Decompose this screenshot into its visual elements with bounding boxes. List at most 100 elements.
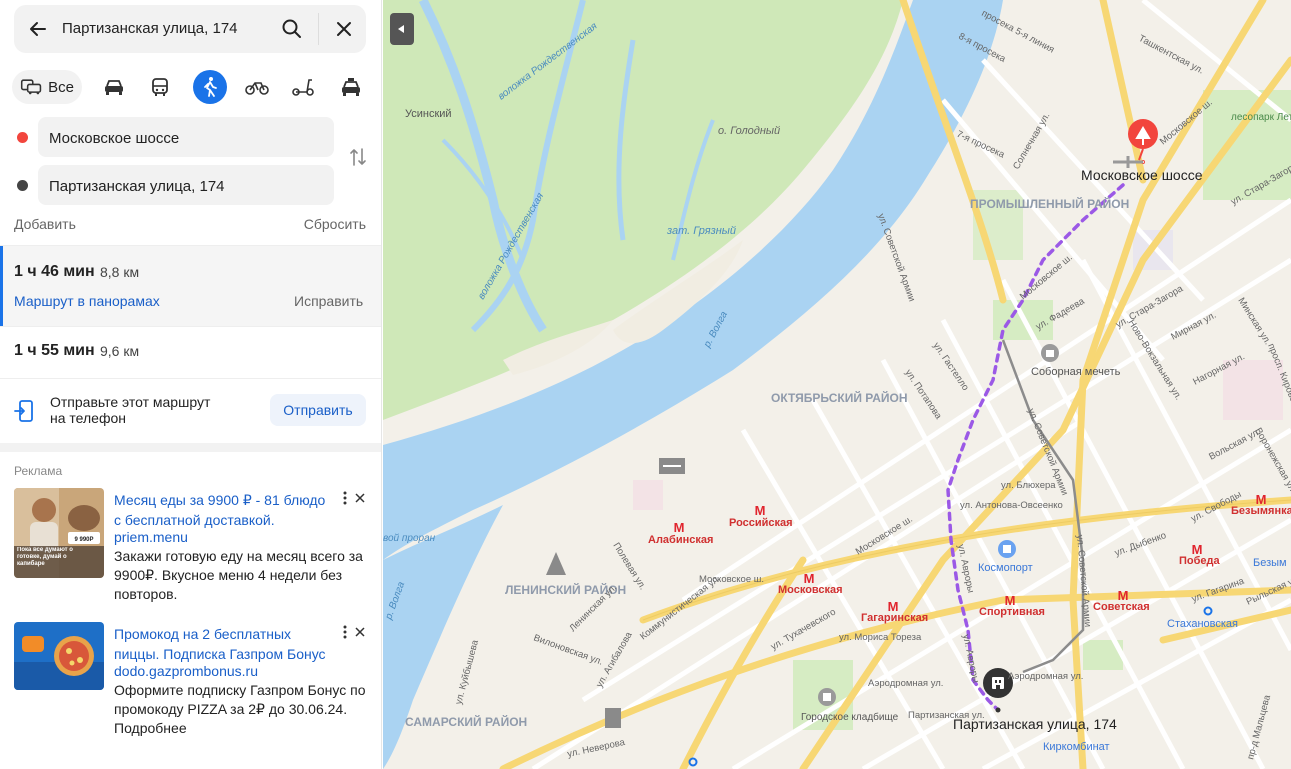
ad-image[interactable] xyxy=(14,622,104,690)
street-label: ул. Блюхера xyxy=(1001,480,1056,491)
route-panel: Партизанская улица, 174 Все Московское ш… xyxy=(0,0,382,769)
ad-domain[interactable]: priem.menu xyxy=(114,529,188,545)
scooter-icon xyxy=(292,79,314,96)
route-duration: 1 ч 55 мин xyxy=(14,342,95,359)
to-field[interactable]: Партизанская улица, 174 xyxy=(38,165,334,205)
district-label: ПРОМЫШЛЕННЫЙ РАЙОН xyxy=(970,196,1129,211)
route-duration: 1 ч 46 мин xyxy=(14,263,95,280)
send-button[interactable]: Отправить xyxy=(270,394,366,426)
metro-icon: M xyxy=(674,520,685,535)
route-option-selected[interactable]: 1 ч 46 мин 8,8 км Маршрут в панорамах Ис… xyxy=(0,246,381,326)
mode-scooter-button[interactable] xyxy=(286,70,320,104)
magnifier-icon[interactable] xyxy=(280,17,304,41)
route-option[interactable]: 1 ч 55 мин 9,6 км xyxy=(0,327,381,377)
district-label: ОКТЯБРЬСКИЙ РАЙОН xyxy=(771,390,908,405)
street-label: ул. Мориса Тореза xyxy=(839,632,922,643)
taxi-icon xyxy=(342,78,360,96)
add-point-button[interactable]: Добавить xyxy=(14,216,76,232)
mode-walk-button[interactable] xyxy=(193,70,227,104)
walking-person-icon xyxy=(204,77,217,97)
ad-title[interactable]: Промокод на 2 бесплатных пиццы. Подписка… xyxy=(114,624,336,664)
metro-icon: M xyxy=(755,503,766,518)
send-text-line2: на телефон xyxy=(50,410,126,426)
start-point-icon xyxy=(17,132,28,143)
car-icon xyxy=(105,80,123,95)
route-points: Московское шоссе Партизанская улица, 174 xyxy=(14,116,370,206)
poi-label: Киркомбинат xyxy=(1043,741,1110,753)
bicycle-icon xyxy=(245,82,269,95)
metro-label: Безымянка xyxy=(1231,505,1291,517)
cosmoport-icon xyxy=(998,540,1016,558)
search-query[interactable]: Партизанская улица, 174 xyxy=(62,20,238,37)
station-icon xyxy=(605,708,621,728)
street-label: Аэродромная ул. xyxy=(1008,671,1083,682)
mode-bike-button[interactable] xyxy=(240,70,274,104)
mode-all-label: Все xyxy=(48,78,74,96)
map-label: Усинский xyxy=(405,108,452,120)
swap-arrows-icon[interactable] xyxy=(348,146,368,168)
close-icon[interactable] xyxy=(332,17,356,41)
end-point-icon xyxy=(17,180,28,191)
ad-item: Промокод на 2 бесплатных пиццы. Подписка… xyxy=(14,622,366,737)
arrow-left-icon[interactable] xyxy=(26,17,50,41)
route-distance: 8,8 км xyxy=(100,264,140,280)
map-label: зат. Грязный xyxy=(666,225,736,237)
ad-domain[interactable]: dodo.gazprombonus.ru xyxy=(114,663,258,679)
more-options-icon[interactable] xyxy=(341,490,349,506)
ad-description: Оформите подписку Газпром Бонус по промо… xyxy=(114,682,366,736)
phone-send-icon xyxy=(14,400,33,422)
edit-route-link[interactable]: Исправить xyxy=(294,293,363,309)
collapse-panel-button[interactable] xyxy=(390,13,414,45)
mode-car-button[interactable] xyxy=(97,70,131,104)
from-field[interactable]: Московское шоссе xyxy=(38,117,334,157)
street-label: ул. Антонова-Овсеенко xyxy=(960,500,1063,511)
ads-label: Реклама xyxy=(14,464,63,478)
cemetery-icon xyxy=(818,688,836,706)
metro-label: Московская xyxy=(778,584,843,596)
poi-label: Городское кладбище xyxy=(801,711,899,723)
metro-label: Гагаринская xyxy=(861,612,928,624)
ad-image-caption: Пока все думают о готовке, думай о капиб… xyxy=(17,547,73,567)
ad-title[interactable]: Месяц еды за 9900 ₽ - 81 блюдо с бесплат… xyxy=(114,490,336,530)
port-icon xyxy=(659,458,685,474)
more-options-icon[interactable] xyxy=(341,624,349,640)
ad-description: Закажи готовую еду на месяц всего за 990… xyxy=(114,548,363,602)
search-bar[interactable]: Партизанская улица, 174 xyxy=(14,5,366,53)
ad-image[interactable]: 9 990Р Пока все думают о готовке, думай … xyxy=(14,488,104,578)
ad-image-price: 9 990Р xyxy=(74,537,93,543)
metro-label: Российская xyxy=(729,517,793,529)
ad-item: 9 990Р Пока все думают о готовке, думай … xyxy=(14,488,366,602)
send-to-phone: Отправьте этот маршрут на телефон Отправ… xyxy=(0,379,381,441)
mode-all-button[interactable]: Все xyxy=(12,70,82,104)
metro-label: Победа xyxy=(1179,555,1221,567)
route-distance: 9,6 км xyxy=(100,343,140,359)
panorama-route-link[interactable]: Маршрут в панорамах xyxy=(14,293,160,309)
mosque-icon xyxy=(1041,344,1059,362)
street-label: Партизанская ул. xyxy=(908,710,985,721)
poi-label: Космопорт xyxy=(978,562,1033,574)
mode-taxi-button[interactable] xyxy=(334,70,368,104)
metro-label: Советская xyxy=(1093,601,1150,613)
start-point-label: Московское шоссе xyxy=(1081,167,1203,183)
transport-modes: Все xyxy=(12,70,368,104)
bus-icon xyxy=(152,78,168,96)
mode-bus-button[interactable] xyxy=(143,70,177,104)
close-ad-icon[interactable] xyxy=(354,492,366,504)
route-actions: Добавить Сбросить xyxy=(14,216,366,236)
send-text-line1: Отправьте этот маршрут xyxy=(50,394,211,410)
close-ad-icon[interactable] xyxy=(354,626,366,638)
metro-label: Безым xyxy=(1253,557,1287,569)
reset-button[interactable]: Сбросить xyxy=(304,216,366,232)
poi-label: лесопарк Летия Совет влас xyxy=(1231,112,1291,123)
metro-label: Спортивная xyxy=(979,606,1045,618)
map-label: о. Голодный xyxy=(718,125,780,137)
metro-label: Стахановская xyxy=(1167,618,1238,630)
section-gap xyxy=(0,443,381,452)
search-divider xyxy=(318,13,319,45)
ads-section: Реклама 9 990Р Пока все думают о готовке… xyxy=(0,452,381,769)
all-transport-icon xyxy=(20,79,42,95)
metro-label: Алабинская xyxy=(648,534,713,546)
street-label: Аэродромная ул. xyxy=(868,678,943,689)
map-canvas[interactable]: M M M M M M M M Усинский о. Голодный зат… xyxy=(383,0,1291,769)
district-label: САМАРСКИЙ РАЙОН xyxy=(405,714,527,729)
